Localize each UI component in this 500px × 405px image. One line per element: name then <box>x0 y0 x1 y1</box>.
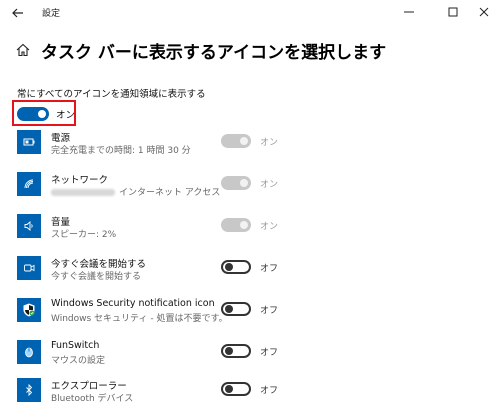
list-item-funswitch: FunSwitch マウスの設定 オフ <box>0 340 500 382</box>
item-description: Windows セキュリティ - 処置は不要です。 <box>51 314 228 324</box>
meet-now-toggle[interactable] <box>221 260 251 274</box>
toggle-knob <box>225 305 233 313</box>
list-item-power: 電源 完全充電までの時間: 1 時間 30 分 オン <box>0 130 500 172</box>
page-title: タスク バーに表示するアイコンを選択します <box>41 43 387 63</box>
item-name: 電源 <box>51 133 71 144</box>
list-item-meet-now: 今すぐ会議を開始する 今すぐ会議を開始する オフ <box>0 256 500 298</box>
home-icon <box>16 43 30 57</box>
window-title: 設定 <box>42 9 61 19</box>
windows-security-shield-icon <box>17 298 41 322</box>
toggle-knob <box>225 385 233 393</box>
toggle-state: オン <box>260 180 279 190</box>
explorer-toggle[interactable] <box>221 382 251 396</box>
scrollbar[interactable] <box>496 26 500 405</box>
toggle-state: オフ <box>260 306 279 316</box>
toggle-state: オフ <box>260 264 279 274</box>
minimize-icon <box>404 11 414 13</box>
toggle-knob <box>240 221 248 229</box>
toggle-knob <box>240 179 248 187</box>
item-name: ネットワーク <box>51 175 109 186</box>
item-name: 音量 <box>51 217 71 228</box>
minimize-button[interactable] <box>400 4 418 20</box>
wifi-icon <box>17 172 41 196</box>
toggle-state: オン <box>260 138 279 148</box>
item-description: マウスの設定 <box>51 356 106 366</box>
toggle-knob <box>225 263 233 271</box>
item-description: インターネット アクセス <box>51 185 220 198</box>
item-description: Bluetooth デバイス <box>51 394 134 404</box>
always-show-toggle[interactable] <box>17 107 49 121</box>
title-bar: 設定 <box>0 0 500 26</box>
toggle-knob <box>225 347 233 355</box>
windows-security-toggle[interactable] <box>221 302 251 316</box>
speaker-icon <box>17 214 41 238</box>
maximize-button[interactable] <box>444 4 462 20</box>
list-item-explorer: エクスプローラー Bluetooth デバイス オフ <box>0 378 500 405</box>
item-name: Windows Security notification icon <box>51 298 215 309</box>
list-item-network: ネットワーク インターネット アクセス オン <box>0 172 500 214</box>
list-item-volume: 音量 スピーカー: 2% オン <box>0 214 500 256</box>
volume-toggle <box>221 218 251 232</box>
close-icon <box>479 7 489 17</box>
toggle-state: オン <box>260 222 279 232</box>
item-description: スピーカー: 2% <box>51 230 117 240</box>
funswitch-toggle[interactable] <box>221 344 251 358</box>
blurred-network-name <box>51 189 115 196</box>
toggle-knob <box>240 137 248 145</box>
always-show-state: オン <box>56 110 76 121</box>
power-toggle <box>221 134 251 148</box>
maximize-icon <box>448 7 458 17</box>
item-description: 今すぐ会議を開始する <box>51 272 142 282</box>
home-button[interactable] <box>15 42 31 58</box>
item-name: エクスプローラー <box>51 381 127 392</box>
item-name: FunSwitch <box>51 340 100 351</box>
network-toggle <box>221 176 251 190</box>
meet-now-icon <box>17 256 41 280</box>
back-button[interactable] <box>10 5 26 21</box>
mouse-icon <box>17 340 41 364</box>
bluetooth-icon <box>17 378 41 402</box>
battery-icon <box>17 130 41 154</box>
item-name: 今すぐ会議を開始する <box>51 259 147 270</box>
toggle-state: オフ <box>260 348 279 358</box>
toggle-knob <box>38 110 46 118</box>
always-show-label: 常にすべてのアイコンを通知領域に表示する <box>17 89 206 100</box>
item-description: 完全充電までの時間: 1 時間 30 分 <box>51 146 191 156</box>
toggle-state: オフ <box>260 386 279 396</box>
list-item-windows-security: Windows Security notification icon Windo… <box>0 298 500 340</box>
back-arrow-icon <box>12 8 23 18</box>
close-button[interactable] <box>475 4 493 20</box>
